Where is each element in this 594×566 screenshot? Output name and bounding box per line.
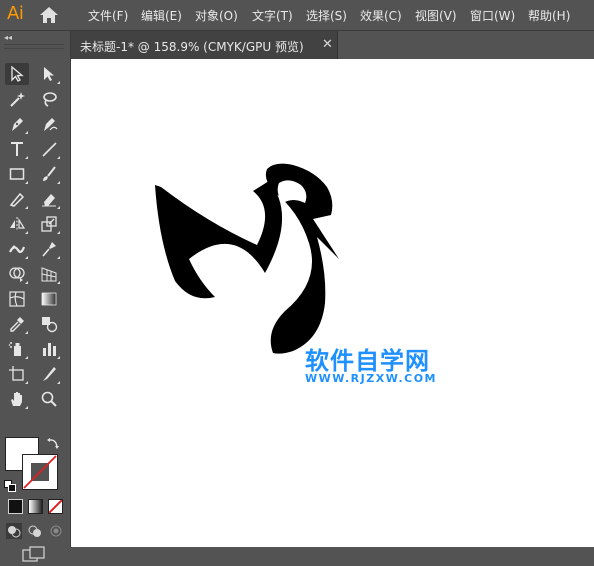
swap-fill-stroke-icon[interactable] (46, 435, 60, 449)
menu-file[interactable]: 文件(F) (88, 7, 128, 24)
direct-selection-tool-icon[interactable] (37, 63, 61, 85)
shape-builder-tool-icon[interactable] (5, 263, 29, 285)
blend-tool-icon[interactable] (37, 313, 61, 335)
pen-tool-icon[interactable] (5, 113, 29, 135)
close-tab-icon[interactable]: ✕ (322, 37, 333, 52)
eraser-tool-icon[interactable] (37, 188, 61, 210)
document-tab[interactable]: 未标题-1* @ 158.9% (CMYK/GPU 预览) ✕ (71, 31, 338, 59)
screen-mode-icon[interactable] (22, 546, 46, 562)
symbol-sprayer-tool-icon[interactable] (5, 338, 29, 360)
none-mode-button[interactable] (48, 499, 63, 514)
color-mode-button[interactable] (8, 499, 23, 514)
lasso-tool-icon[interactable] (37, 88, 61, 110)
draw-behind-icon[interactable] (27, 523, 43, 539)
shaper-tool-icon[interactable] (5, 188, 29, 210)
slice-tool-icon[interactable] (37, 363, 61, 385)
artboard-canvas[interactable]: 软件自学网 WWW.RJZXW.COM (71, 59, 594, 547)
menu-object[interactable]: 对象(O) (195, 7, 238, 24)
menu-type[interactable]: 文字(T) (252, 7, 293, 24)
none-slash-icon (23, 455, 57, 489)
zoom-tool-icon[interactable] (37, 388, 61, 410)
menu-select[interactable]: 选择(S) (306, 7, 347, 24)
menu-bar: Ai 文件(F) 编辑(E) 对象(O) 文字(T) 选择(S) 效果(C) 视… (0, 0, 594, 31)
watermark-title: 软件自学网 (305, 347, 430, 375)
selection-tool-icon[interactable] (5, 63, 29, 85)
collapse-panel-icon[interactable]: ◂◂ (4, 33, 12, 42)
stroke-color-swatch[interactable] (22, 454, 58, 490)
swan-artwork[interactable] (153, 163, 343, 359)
tools-panel: ◂◂ (0, 31, 71, 562)
draw-normal-icon[interactable] (6, 523, 22, 539)
paintbrush-tool-icon[interactable] (37, 163, 61, 185)
menu-help[interactable]: 帮助(H) (528, 7, 570, 24)
column-graph-tool-icon[interactable] (37, 338, 61, 360)
curvature-tool-icon[interactable] (37, 113, 61, 135)
panel-grip[interactable] (4, 44, 64, 49)
scale-tool-icon[interactable] (37, 213, 61, 235)
gradient-mode-button[interactable] (28, 499, 43, 514)
reflect-tool-icon[interactable] (5, 213, 29, 235)
puppet-warp-tool-icon[interactable] (37, 238, 61, 260)
width-tool-icon[interactable] (5, 238, 29, 260)
eyedropper-tool-icon[interactable] (5, 313, 29, 335)
perspective-grid-tool-icon[interactable] (37, 263, 61, 285)
default-fill-stroke-icon[interactable] (4, 477, 16, 492)
menu-effect[interactable]: 效果(C) (360, 7, 402, 24)
home-icon[interactable] (38, 5, 60, 25)
gradient-tool-icon[interactable] (37, 288, 61, 310)
tab-strip (338, 31, 594, 59)
menu-edit[interactable]: 编辑(E) (141, 7, 182, 24)
hand-tool-icon[interactable] (5, 388, 29, 410)
type-tool-icon[interactable] (5, 138, 29, 160)
artboard-tool-icon[interactable] (5, 363, 29, 385)
app-logo: Ai (7, 3, 24, 24)
menu-view[interactable]: 视图(V) (415, 7, 457, 24)
draw-inside-icon[interactable] (48, 523, 64, 539)
watermark-url: WWW.RJZXW.COM (305, 372, 437, 385)
rectangle-tool-icon[interactable] (5, 163, 29, 185)
menu-window[interactable]: 窗口(W) (470, 7, 515, 24)
document-tab-label: 未标题-1* @ 158.9% (CMYK/GPU 预览) (80, 40, 304, 54)
mesh-tool-icon[interactable] (5, 288, 29, 310)
magic-wand-tool-icon[interactable] (5, 88, 29, 110)
line-segment-tool-icon[interactable] (37, 138, 61, 160)
